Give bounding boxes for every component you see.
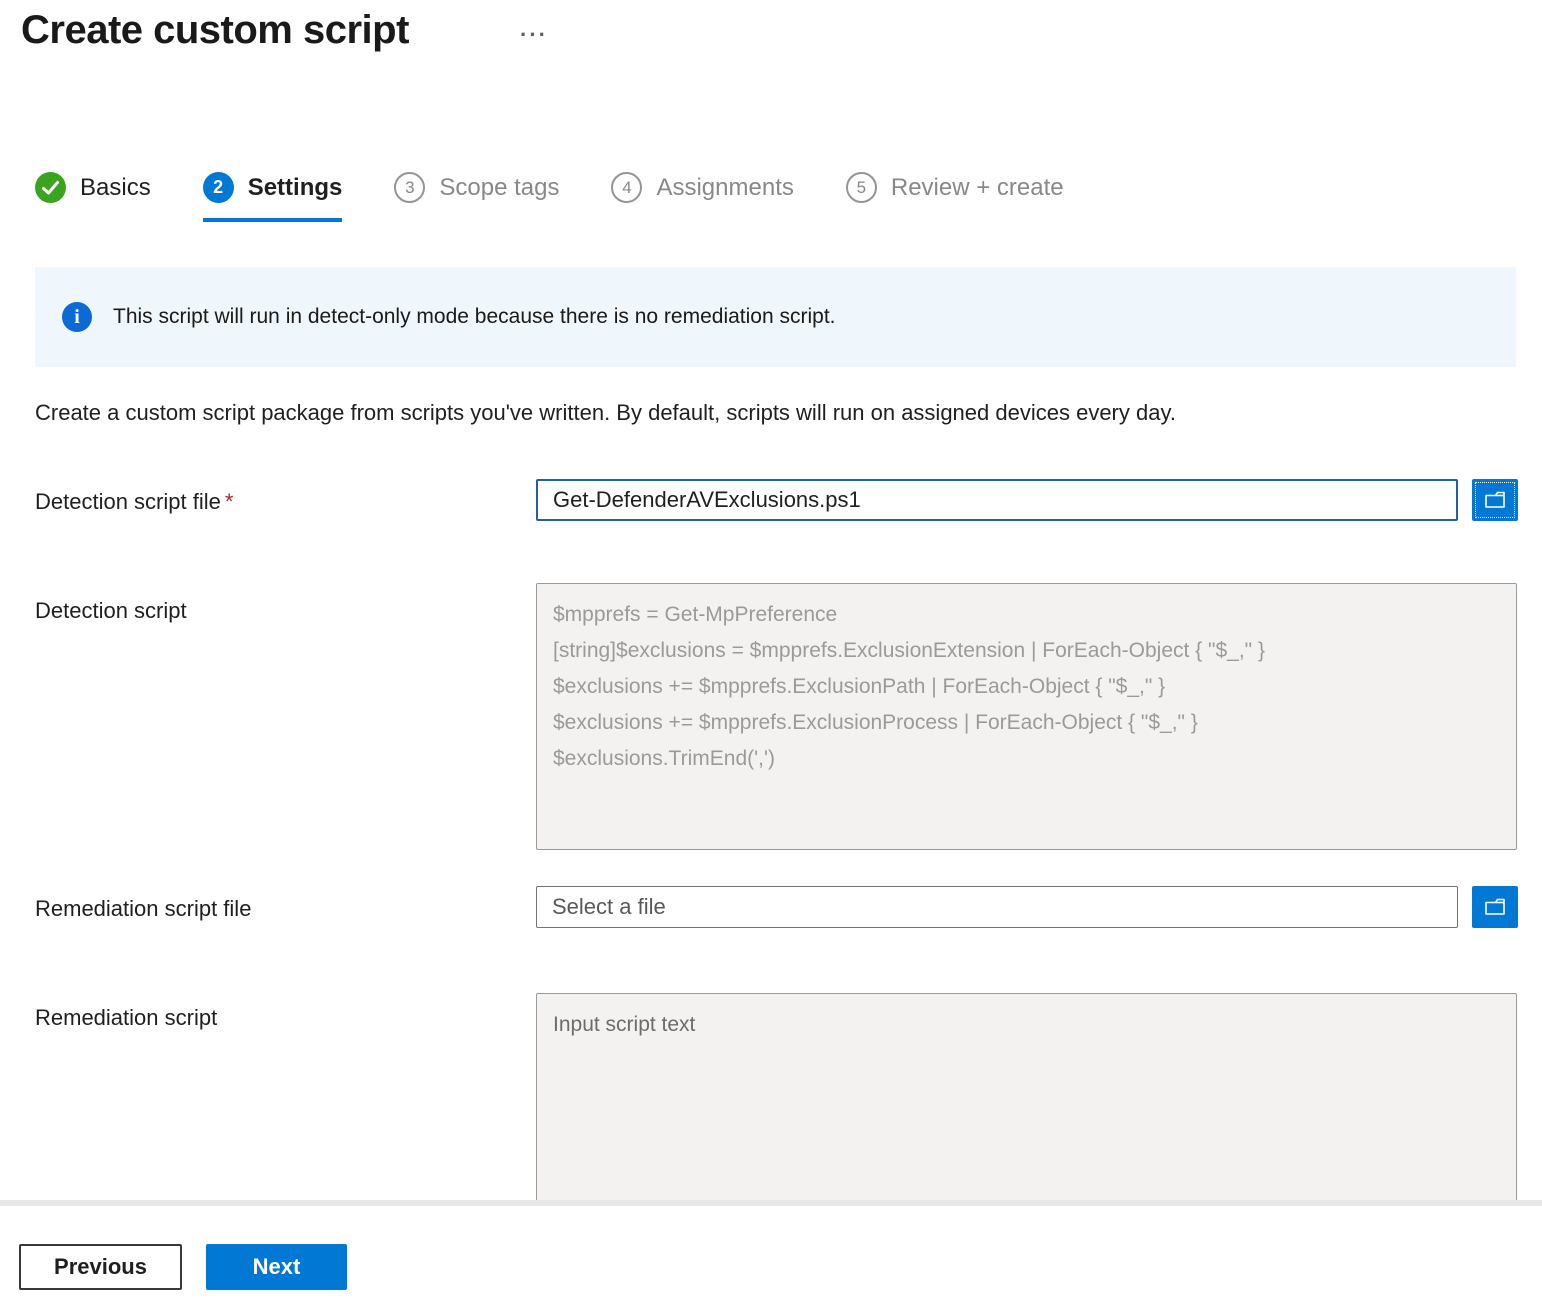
step-2-badge: 2	[203, 172, 234, 203]
detection-file-browse-button[interactable]	[1472, 479, 1518, 521]
create-custom-script-page: Create custom script ··· Basics 2 Settin…	[0, 0, 1542, 1307]
step-basics-label: Basics	[80, 174, 151, 202]
wizard-steps: Basics 2 Settings 3 Scope tags 4 Assignm…	[35, 172, 1064, 222]
info-banner-text: This script will run in detect-only mode…	[113, 305, 836, 329]
required-asterisk: *	[225, 489, 234, 514]
step-review-create[interactable]: 5 Review + create	[846, 172, 1064, 222]
remediation-script-label: Remediation script	[35, 1005, 217, 1031]
remediation-script-textarea[interactable]	[536, 993, 1517, 1223]
step-basics[interactable]: Basics	[35, 172, 151, 222]
next-button[interactable]: Next	[206, 1244, 347, 1290]
step-assignments-label: Assignments	[656, 174, 793, 202]
step-settings-label: Settings	[248, 174, 343, 202]
page-title: Create custom script	[21, 8, 409, 53]
detection-script-file-row	[536, 479, 1518, 521]
info-banner: i This script will run in detect-only mo…	[35, 267, 1516, 367]
remediation-script-file-row	[536, 886, 1518, 928]
remediation-script-file-label: Remediation script file	[35, 896, 251, 922]
step-3-badge: 3	[394, 172, 425, 203]
folder-icon	[1483, 896, 1507, 918]
detection-script-file-label: Detection script file*	[35, 489, 233, 515]
detection-script-label: Detection script	[35, 598, 187, 624]
detection-script-file-label-text: Detection script file	[35, 489, 221, 514]
step-settings[interactable]: 2 Settings	[203, 172, 343, 222]
remediation-script-file-input[interactable]	[536, 886, 1458, 928]
step-4-badge: 4	[611, 172, 642, 203]
remediation-file-browse-button[interactable]	[1472, 886, 1518, 928]
wizard-footer: Previous Next	[0, 1200, 1542, 1307]
footer-buttons: Previous Next	[19, 1244, 347, 1290]
page-description: Create a custom script package from scri…	[35, 400, 1176, 426]
step-scope-tags[interactable]: 3 Scope tags	[394, 172, 559, 222]
step-assignments[interactable]: 4 Assignments	[611, 172, 793, 222]
check-icon	[35, 172, 66, 203]
detection-script-file-input[interactable]	[536, 479, 1458, 521]
step-5-badge: 5	[846, 172, 877, 203]
more-menu-button[interactable]: ···	[512, 18, 556, 52]
footer-divider	[0, 1200, 1542, 1206]
info-icon: i	[62, 302, 92, 332]
step-scope-tags-label: Scope tags	[439, 174, 559, 202]
detection-script-textarea[interactable]: $mpprefs = Get-MpPreference [string]$exc…	[536, 583, 1517, 850]
step-review-create-label: Review + create	[891, 174, 1064, 202]
folder-icon	[1483, 489, 1507, 511]
previous-button[interactable]: Previous	[19, 1244, 182, 1290]
